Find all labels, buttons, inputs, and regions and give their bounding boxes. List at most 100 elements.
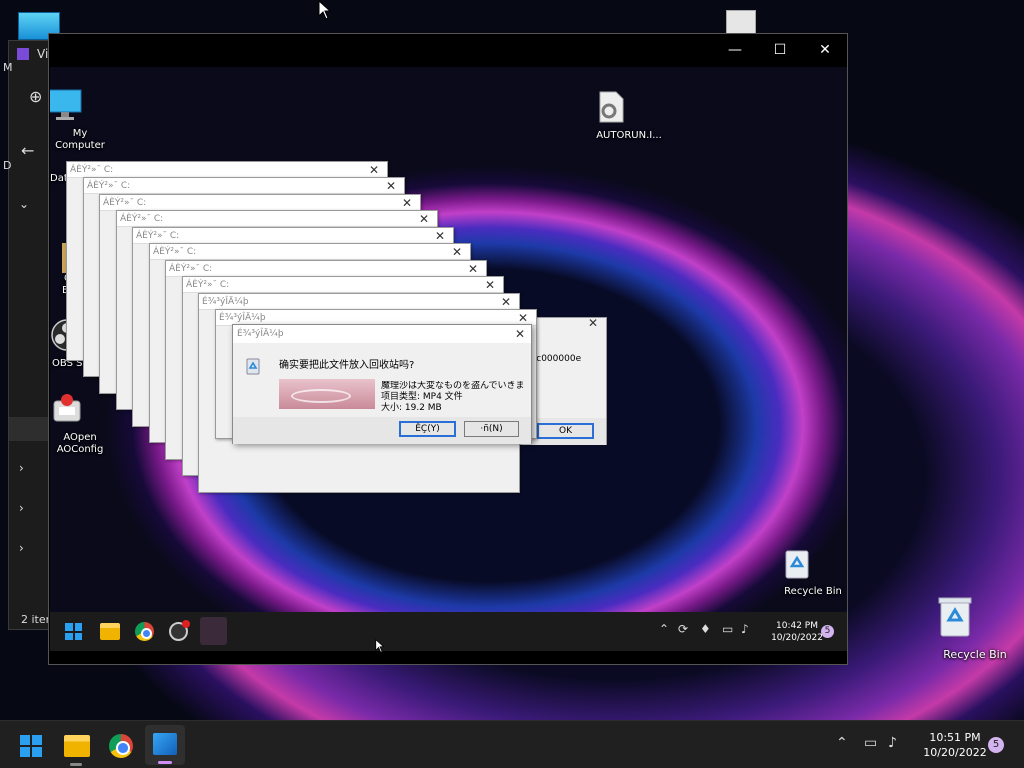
explorer-m-fragment: M bbox=[3, 61, 13, 74]
new-icon[interactable]: ⊕ bbox=[29, 87, 42, 106]
close-icon[interactable]: ✕ bbox=[369, 162, 379, 178]
error-window-title: ÁÈÝ²»¯ C: bbox=[87, 181, 131, 191]
chrome-icon[interactable] bbox=[109, 734, 133, 758]
vm-clock-date: 10/20/2022 bbox=[771, 633, 823, 643]
close-icon[interactable]: ✕ bbox=[419, 211, 429, 227]
aopen-icon bbox=[53, 394, 81, 422]
selected-nav-item[interactable] bbox=[9, 417, 53, 441]
vm-recycle-bin-shortcut[interactable]: Recycle Bin bbox=[780, 547, 846, 598]
error-window-title: É¾³ýÎÄ¼þ bbox=[202, 297, 249, 307]
vm-window[interactable]: — ☐ ✕ My Computer AUTORUN.I... Dat Cra E… bbox=[48, 33, 848, 665]
error-window-title: É¾³ýÎÄ¼þ bbox=[219, 313, 266, 323]
no-button[interactable]: ·ñ(N) bbox=[464, 421, 519, 437]
obs-taskbar-icon[interactable] bbox=[169, 620, 190, 641]
autorun-label: AUTORUN.I... bbox=[596, 130, 662, 141]
confirm-question: 确实要把此文件放入回收站吗? bbox=[279, 360, 415, 371]
file-size: 大小: 19.2 MB bbox=[381, 403, 442, 411]
recording-dot bbox=[182, 620, 190, 628]
host-recycle-bin[interactable]: Recycle Bin bbox=[938, 596, 1012, 661]
host-notification-badge[interactable]: 5 bbox=[988, 737, 1004, 753]
aopen-label-1: AOpen bbox=[63, 432, 97, 443]
close-icon[interactable]: ✕ bbox=[588, 316, 598, 330]
file-explorer-window[interactable]: Vi M ⊕ ← D ⌄ › › › 2 iter bbox=[3, 40, 53, 630]
speaker-icon[interactable]: ♪ bbox=[888, 735, 897, 751]
vm-clock-time: 10:42 PM bbox=[776, 621, 818, 631]
aopen-label-2: AOConfig bbox=[56, 444, 104, 455]
host-recycle-bin-label: Recycle Bin bbox=[943, 648, 1007, 661]
network-icon[interactable]: ▭ bbox=[722, 622, 733, 636]
chevron-right-icon[interactable]: › bbox=[19, 541, 24, 555]
explorer-d-fragment: D bbox=[3, 159, 12, 172]
chevron-up-icon[interactable]: ⌃ bbox=[659, 622, 669, 636]
dialog-title: É¾³ýÎÄ¼þ bbox=[237, 329, 284, 339]
file-name: 魔理沙は大変なものを盗んでいきま bbox=[381, 381, 525, 391]
autorun-shortcut[interactable]: AUTORUN.I... bbox=[594, 91, 664, 142]
vm-recycle-bin-label: Recycle Bin bbox=[784, 586, 842, 597]
speaker-icon[interactable]: ♪ bbox=[741, 622, 749, 636]
close-button[interactable]: ✕ bbox=[802, 34, 847, 66]
maximize-button[interactable]: ☐ bbox=[757, 34, 803, 66]
active-indicator bbox=[158, 761, 172, 764]
error-window-title: ÁÈÝ²»¯ C: bbox=[169, 264, 213, 274]
ok-button[interactable]: OK bbox=[537, 423, 594, 439]
file-explorer-icon[interactable] bbox=[64, 735, 90, 757]
host-clock-time: 10:51 PM bbox=[929, 731, 981, 744]
error-window-title: ÁÈÝ²»¯ C: bbox=[103, 198, 147, 208]
error-window-title: ÁÈÝ²»¯ C: bbox=[136, 231, 180, 241]
file-type: 项目类型: MP4 文件 bbox=[381, 392, 463, 402]
windows-start-icon[interactable] bbox=[65, 623, 82, 640]
delete-confirm-dialog[interactable]: É¾³ýÎÄ¼þ ✕ 确实要把此文件放入回收站吗? 魔理沙は大変なものを盗んでいき… bbox=[232, 324, 532, 444]
error-window-title: ÁÈÝ²»¯ C: bbox=[70, 165, 114, 175]
monitor-icon bbox=[50, 89, 82, 120]
chevron-down-icon[interactable]: ⌄ bbox=[19, 197, 29, 211]
yes-button[interactable]: ÊÇ(Y) bbox=[399, 421, 456, 437]
video-thumbnail bbox=[279, 379, 375, 409]
my-computer-label: My Computer bbox=[55, 128, 105, 151]
close-icon[interactable]: ✕ bbox=[515, 325, 525, 343]
my-computer-shortcut[interactable]: My Computer bbox=[50, 89, 112, 152]
file-info: 魔理沙は大変なものを盗んでいきま 项目类型: MP4 文件 大小: 19.2 M… bbox=[381, 381, 531, 411]
vm-taskbar: ⌃ ⟳ ♦ ▭ ♪ 10:42 PM 10/20/2022 5 bbox=[50, 612, 847, 651]
host-clock[interactable]: 10:51 PM 10/20/2022 bbox=[915, 730, 995, 760]
recycle-bin-icon bbox=[938, 597, 972, 637]
recycle-bin-icon bbox=[785, 550, 809, 579]
close-icon[interactable]: ✕ bbox=[452, 244, 462, 260]
network-icon[interactable]: ▭ bbox=[864, 735, 877, 751]
host-taskbar: ⌃ ▭ ♪ 10:51 PM 10/20/2022 5 bbox=[0, 720, 1024, 768]
explorer-title-fragment: Vi bbox=[37, 47, 49, 61]
mouse-cursor-icon bbox=[318, 0, 332, 20]
aopen-shortcut[interactable]: AOpen AOConfig bbox=[50, 393, 110, 456]
explorer-status-text: 2 iter bbox=[21, 613, 51, 626]
host-clock-date: 10/20/2022 bbox=[923, 746, 987, 759]
microphone-icon[interactable]: ♦ bbox=[700, 622, 711, 636]
file-explorer-icon[interactable] bbox=[100, 623, 120, 640]
back-arrow-icon[interactable]: ← bbox=[21, 141, 34, 160]
vm-desktop: My Computer AUTORUN.I... Dat Cra Error.e… bbox=[50, 67, 847, 645]
error-window-title: ÁÈÝ²»¯ C: bbox=[120, 214, 164, 224]
mouse-cursor-icon bbox=[375, 639, 385, 653]
vm-player-icon bbox=[153, 733, 177, 755]
chrome-icon[interactable] bbox=[135, 622, 154, 641]
chevron-up-icon[interactable]: ⌃ bbox=[836, 735, 848, 751]
minimize-button[interactable]: — bbox=[712, 34, 758, 66]
vm-clock[interactable]: 10:42 PM 10/20/2022 bbox=[767, 620, 827, 644]
close-icon[interactable]: ✕ bbox=[501, 294, 511, 310]
vm-app-taskbar-item[interactable] bbox=[145, 725, 185, 765]
sync-icon[interactable]: ⟳ bbox=[678, 622, 688, 636]
vm-notification-badge[interactable]: 5 bbox=[821, 625, 834, 638]
error-window-title: ÁÈÝ²»¯ C: bbox=[153, 247, 197, 257]
chevron-right-icon[interactable]: › bbox=[19, 501, 24, 515]
recycle-bin-icon bbox=[246, 358, 260, 375]
close-icon[interactable]: ✕ bbox=[468, 261, 478, 277]
app-icon bbox=[17, 48, 29, 60]
windows-start-icon[interactable] bbox=[20, 735, 42, 757]
active-app-icon[interactable] bbox=[200, 617, 227, 645]
settings-file-icon bbox=[599, 91, 624, 123]
chevron-right-icon[interactable]: › bbox=[19, 461, 24, 475]
close-icon[interactable]: ✕ bbox=[402, 195, 412, 211]
error-window-title: ÁÈÝ²»¯ C: bbox=[186, 280, 230, 290]
close-icon[interactable]: ✕ bbox=[386, 178, 396, 194]
close-icon[interactable]: ✕ bbox=[435, 228, 445, 244]
close-icon[interactable]: ✕ bbox=[485, 277, 495, 293]
running-indicator bbox=[70, 763, 82, 766]
